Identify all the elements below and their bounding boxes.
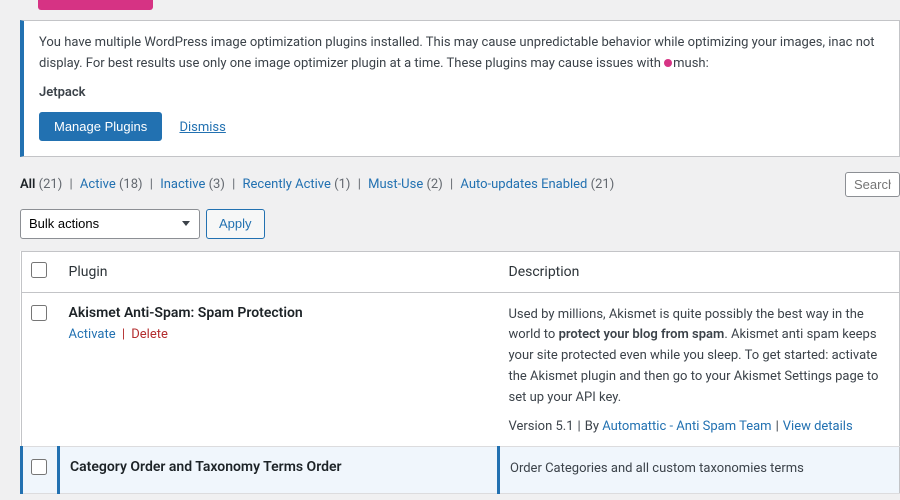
plugin-title: Category Order and Taxonomy Terms Order: [70, 459, 487, 475]
filter-row: All (21) | Active (18) | Inactive (3) | …: [20, 172, 900, 197]
filter-inactive[interactable]: Inactive: [160, 177, 205, 192]
status-filters: All (21) | Active (18) | Inactive (3) | …: [20, 177, 614, 192]
filter-auto[interactable]: Auto-updates Enabled: [460, 177, 587, 192]
row-checkbox[interactable]: [31, 305, 47, 321]
filter-inactive-count: (3): [209, 177, 225, 192]
plugin-title: Akismet Anti-Spam: Spam Protection: [69, 305, 489, 321]
version: Version 5.1: [509, 419, 574, 434]
row-actions: Activate | Delete: [69, 327, 489, 342]
notice-text: You have multiple WordPress image optimi…: [39, 33, 884, 75]
filter-active-count: (18): [119, 177, 143, 192]
plugins-table: Plugin Description Akismet Anti-Spam: Sp…: [20, 251, 900, 494]
by-label: By: [585, 419, 602, 434]
search-input[interactable]: [845, 172, 900, 197]
sep: |: [228, 177, 239, 192]
filter-recent-count: (1): [334, 177, 350, 192]
notice-line1: You have multiple WordPress image optimi…: [39, 35, 852, 50]
activate-link[interactable]: Activate: [69, 327, 116, 342]
bulk-actions-select[interactable]: Bulk actions: [20, 209, 200, 239]
notice-brand: Jetpack: [39, 85, 884, 100]
sep: |: [446, 177, 457, 192]
sep: |: [772, 419, 783, 434]
filter-active[interactable]: Active: [80, 177, 116, 192]
filter-all[interactable]: All: [20, 177, 35, 192]
sep: |: [574, 419, 585, 434]
filter-all-count: (21): [39, 177, 63, 192]
table-row: Akismet Anti-Spam: Spam Protection Activ…: [22, 292, 900, 446]
author-link[interactable]: Automattic - Anti Spam Team: [602, 419, 771, 434]
table-row: Category Order and Taxonomy Terms Order …: [22, 446, 900, 493]
sep: |: [146, 177, 157, 192]
sep: |: [66, 177, 77, 192]
col-plugin[interactable]: Plugin: [59, 251, 499, 292]
sep: |: [116, 327, 132, 342]
filter-mustuse-count: (2): [426, 177, 442, 192]
notice-smush: mush:: [673, 56, 709, 71]
smush-icon: [664, 59, 672, 67]
apply-button[interactable]: Apply: [206, 209, 265, 239]
sep: |: [354, 177, 365, 192]
dismiss-link[interactable]: Dismiss: [179, 120, 225, 135]
view-details-link[interactable]: View details: [783, 419, 853, 434]
delete-link[interactable]: Delete: [131, 327, 168, 342]
select-all-header: [22, 251, 59, 292]
filter-mustuse[interactable]: Must-Use: [368, 177, 423, 192]
plugin-description: Order Categories and all custom taxonomi…: [510, 459, 889, 480]
pink-accent-bar: [38, 0, 153, 10]
filter-recent[interactable]: Recently Active: [243, 177, 331, 192]
plugin-description: Used by millions, Akismet is quite possi…: [509, 305, 890, 409]
plugin-meta: Version 5.1|By Automattic - Anti Spam Te…: [509, 419, 890, 434]
col-description[interactable]: Description: [499, 251, 900, 292]
conflict-notice: You have multiple WordPress image optimi…: [20, 20, 900, 157]
row-checkbox[interactable]: [31, 459, 47, 475]
filter-auto-count: (21): [591, 177, 615, 192]
desc-strong: protect your blog from spam: [559, 327, 725, 342]
manage-plugins-button[interactable]: Manage Plugins: [39, 112, 162, 141]
select-all-checkbox[interactable]: [31, 262, 47, 278]
bulk-actions-row: Bulk actions Apply: [20, 209, 900, 239]
